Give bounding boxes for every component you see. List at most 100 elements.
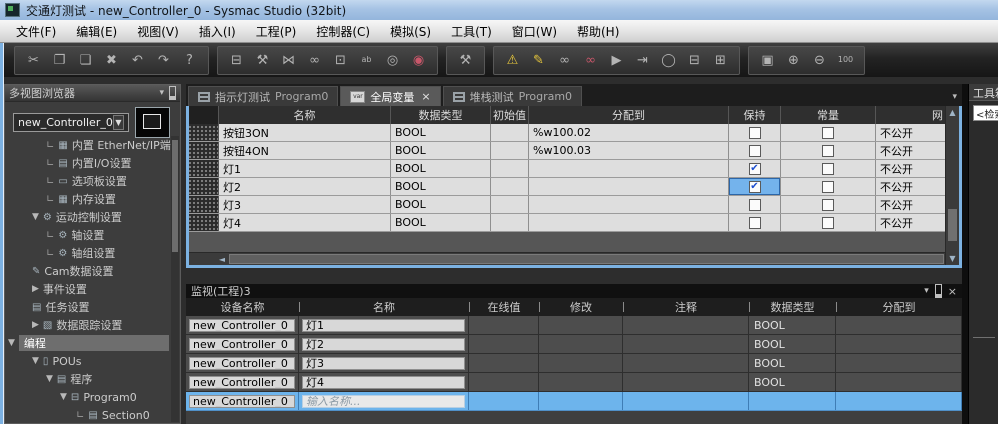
header-device-name[interactable]: 设备名称: [186, 299, 299, 315]
monitor-icon[interactable]: ⊟: [683, 49, 706, 71]
var-at-cell[interactable]: [529, 196, 729, 213]
expand-icon[interactable]: ▼: [60, 392, 67, 402]
comment-cell[interactable]: [623, 316, 749, 334]
header-online-value[interactable]: 在线值: [469, 299, 539, 315]
constant-checkbox[interactable]: [822, 217, 834, 229]
expand-icon[interactable]: ▼: [32, 356, 39, 366]
online-value-cell[interactable]: [469, 373, 539, 391]
var-network-cell[interactable]: 不公开: [876, 214, 946, 231]
panel-menu-icon[interactable]: ▾: [924, 286, 929, 296]
crossed-scissors-icon[interactable]: ⋈: [277, 49, 300, 71]
retain-checkbox[interactable]: [749, 199, 761, 211]
menu-simulation[interactable]: 模拟(S): [380, 20, 441, 42]
header-network-publish[interactable]: 网: [876, 106, 946, 124]
zoom-in-icon[interactable]: ⊕: [782, 49, 805, 71]
row-drag-handle[interactable]: [189, 196, 219, 213]
var-init-cell[interactable]: [491, 178, 529, 195]
binoculars-icon[interactable]: ◎: [381, 49, 404, 71]
rename-icon[interactable]: ab: [355, 49, 378, 71]
var-retain-cell[interactable]: [729, 124, 781, 141]
online-value-cell[interactable]: [469, 392, 539, 410]
menu-project[interactable]: 工程(P): [246, 20, 307, 42]
constant-checkbox[interactable]: [822, 199, 834, 211]
expand-icon[interactable]: ▶: [32, 284, 39, 294]
variable-name-cell[interactable]: 灯4: [302, 376, 465, 389]
menu-controller[interactable]: 控制器(C): [306, 20, 380, 42]
modify-cell[interactable]: [539, 335, 623, 353]
var-init-cell[interactable]: [491, 142, 529, 159]
tree-item-option-board[interactable]: ∟ ▭ 选项板设置: [5, 172, 171, 190]
paste-icon[interactable]: ❏: [74, 49, 97, 71]
menu-help[interactable]: 帮助(H): [567, 20, 629, 42]
var-network-cell[interactable]: 不公开: [876, 124, 946, 141]
var-name-cell[interactable]: 灯3: [219, 196, 391, 213]
row-drag-handle[interactable]: [189, 178, 219, 195]
tree-item-data-trace[interactable]: ▶ ▧ 数据跟踪设置: [5, 316, 171, 334]
var-init-cell[interactable]: [491, 160, 529, 177]
var-init-cell[interactable]: [491, 214, 529, 231]
tree-item-event-settings[interactable]: ▶ 事件设置: [5, 280, 171, 298]
run-icon[interactable]: ▶: [605, 49, 628, 71]
var-type-cell[interactable]: BOOL: [391, 214, 491, 231]
row-drag-handle[interactable]: [189, 124, 219, 141]
var-at-cell[interactable]: %w100.03: [529, 142, 729, 159]
tree-item-memory-settings[interactable]: ∟ ▦ 内存设置: [5, 190, 171, 208]
var-constant-cell[interactable]: [781, 142, 876, 159]
device-name-cell[interactable]: new_Controller_0: [189, 376, 295, 389]
header-retain[interactable]: 保持: [729, 106, 781, 124]
variable-name-cell[interactable]: 灯2: [302, 338, 465, 351]
scroll-down-icon[interactable]: ▼: [946, 254, 959, 263]
retain-checkbox[interactable]: [749, 163, 761, 175]
tree-item-task-settings[interactable]: ▤ 任务设置: [5, 298, 171, 316]
constant-checkbox[interactable]: [822, 181, 834, 193]
close-icon[interactable]: ×: [421, 90, 430, 103]
var-retain-cell[interactable]: [729, 214, 781, 231]
toolbox-search-input[interactable]: <检索: [973, 105, 998, 121]
tree-item-programming[interactable]: ▼ 编程: [5, 334, 171, 352]
device-name-cell[interactable]: new_Controller_0: [189, 319, 295, 332]
tree-item-builtin-io[interactable]: ∟ ▤ 内置I/O设置: [5, 154, 171, 172]
variable-name-cell[interactable]: 灯1: [302, 319, 465, 332]
programming-section-bar[interactable]: 编程: [19, 335, 169, 351]
constant-checkbox[interactable]: [822, 145, 834, 157]
var-init-cell[interactable]: [491, 124, 529, 141]
expand-icon[interactable]: ▼: [32, 212, 39, 222]
retain-checkbox[interactable]: [749, 217, 761, 229]
pin-icon[interactable]: [935, 284, 942, 298]
tree-item-axis-settings[interactable]: ∟ ⚙ 轴设置: [5, 226, 171, 244]
controller-device-icon[interactable]: [135, 107, 170, 138]
scrollbar-thumb[interactable]: [948, 209, 957, 241]
var-retain-cell[interactable]: [729, 160, 781, 177]
menu-edit[interactable]: 编辑(E): [66, 20, 127, 42]
device-name-cell[interactable]: new_Controller_0: [189, 338, 295, 351]
var-type-cell[interactable]: BOOL: [391, 178, 491, 195]
var-network-cell[interactable]: 不公开: [876, 142, 946, 159]
var-name-cell[interactable]: 灯2: [219, 178, 391, 195]
watch-title-bar[interactable]: 监视(工程)3 ▾ ×: [186, 284, 962, 298]
error-badge-icon[interactable]: ◉: [407, 49, 430, 71]
comment-cell[interactable]: [623, 373, 749, 391]
menu-tools[interactable]: 工具(T): [441, 20, 502, 42]
retain-checkbox[interactable]: [749, 145, 761, 157]
tab-list-dropdown-icon[interactable]: ▾: [952, 92, 957, 102]
var-type-cell[interactable]: BOOL: [391, 196, 491, 213]
row-drag-handle[interactable]: [189, 142, 219, 159]
var-constant-cell[interactable]: [781, 214, 876, 231]
monitor-glasses-icon[interactable]: ⊡: [329, 49, 352, 71]
var-init-cell[interactable]: [491, 196, 529, 213]
title-bar[interactable]: 交通灯测试 - new_Controller_0 - Sysmac Studio…: [0, 0, 998, 20]
expand-icon[interactable]: ▶: [32, 320, 39, 330]
tree-item-axis-group-settings[interactable]: ∟ ⚙ 轴组设置: [5, 244, 171, 262]
step-icon[interactable]: ⇥: [631, 49, 654, 71]
header-data-type[interactable]: 数据类型: [749, 299, 836, 315]
header-name[interactable]: 名称: [299, 299, 469, 315]
tab-stack-test[interactable]: 堆栈测试 Program0: [443, 86, 582, 106]
constant-checkbox[interactable]: [822, 163, 834, 175]
pin-icon[interactable]: [169, 86, 176, 100]
tab-global-variables[interactable]: var 全局变量 ×: [340, 86, 440, 106]
tree-item-cam-data[interactable]: ✎ Cam数据设置: [5, 262, 171, 280]
menu-file[interactable]: 文件(F): [6, 20, 66, 42]
expand-icon[interactable]: ▼: [46, 374, 53, 384]
zoom-100-icon[interactable]: 100: [834, 49, 857, 71]
var-retain-cell[interactable]: [729, 142, 781, 159]
